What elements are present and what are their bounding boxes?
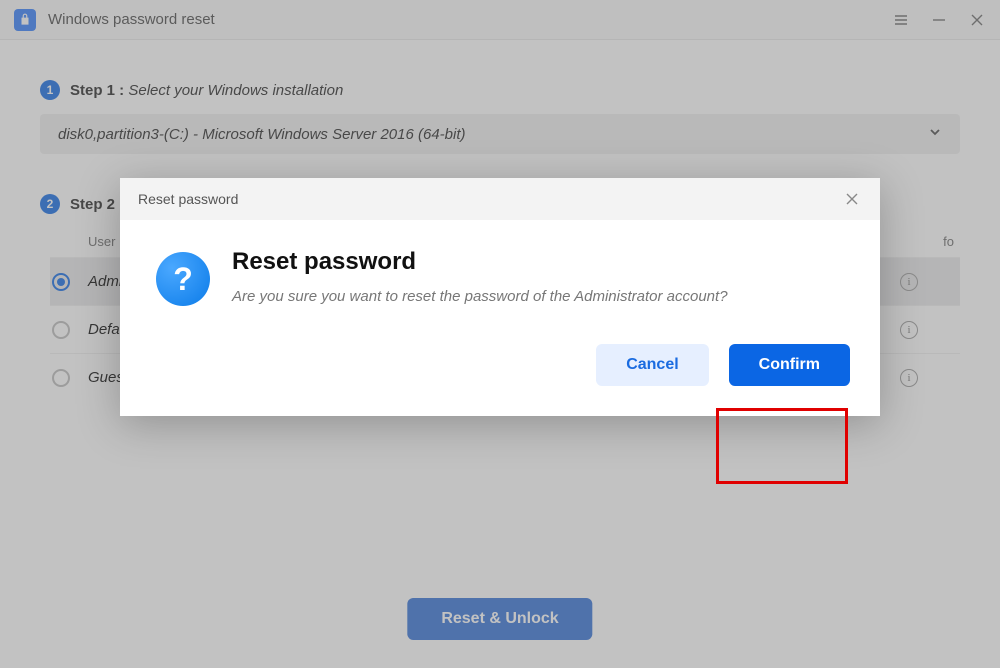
cancel-button[interactable]: Cancel (596, 344, 708, 386)
dialog-header-title: Reset password (138, 191, 238, 207)
confirm-button[interactable]: Confirm (729, 344, 850, 386)
question-icon: ? (156, 252, 210, 306)
dialog-close-icon[interactable] (842, 189, 862, 209)
confirm-dialog: Reset password ? Reset password Are you … (120, 178, 880, 416)
dialog-title: Reset password (232, 248, 728, 276)
dialog-message: Are you sure you want to reset the passw… (232, 288, 728, 305)
dialog-header: Reset password (120, 178, 880, 220)
